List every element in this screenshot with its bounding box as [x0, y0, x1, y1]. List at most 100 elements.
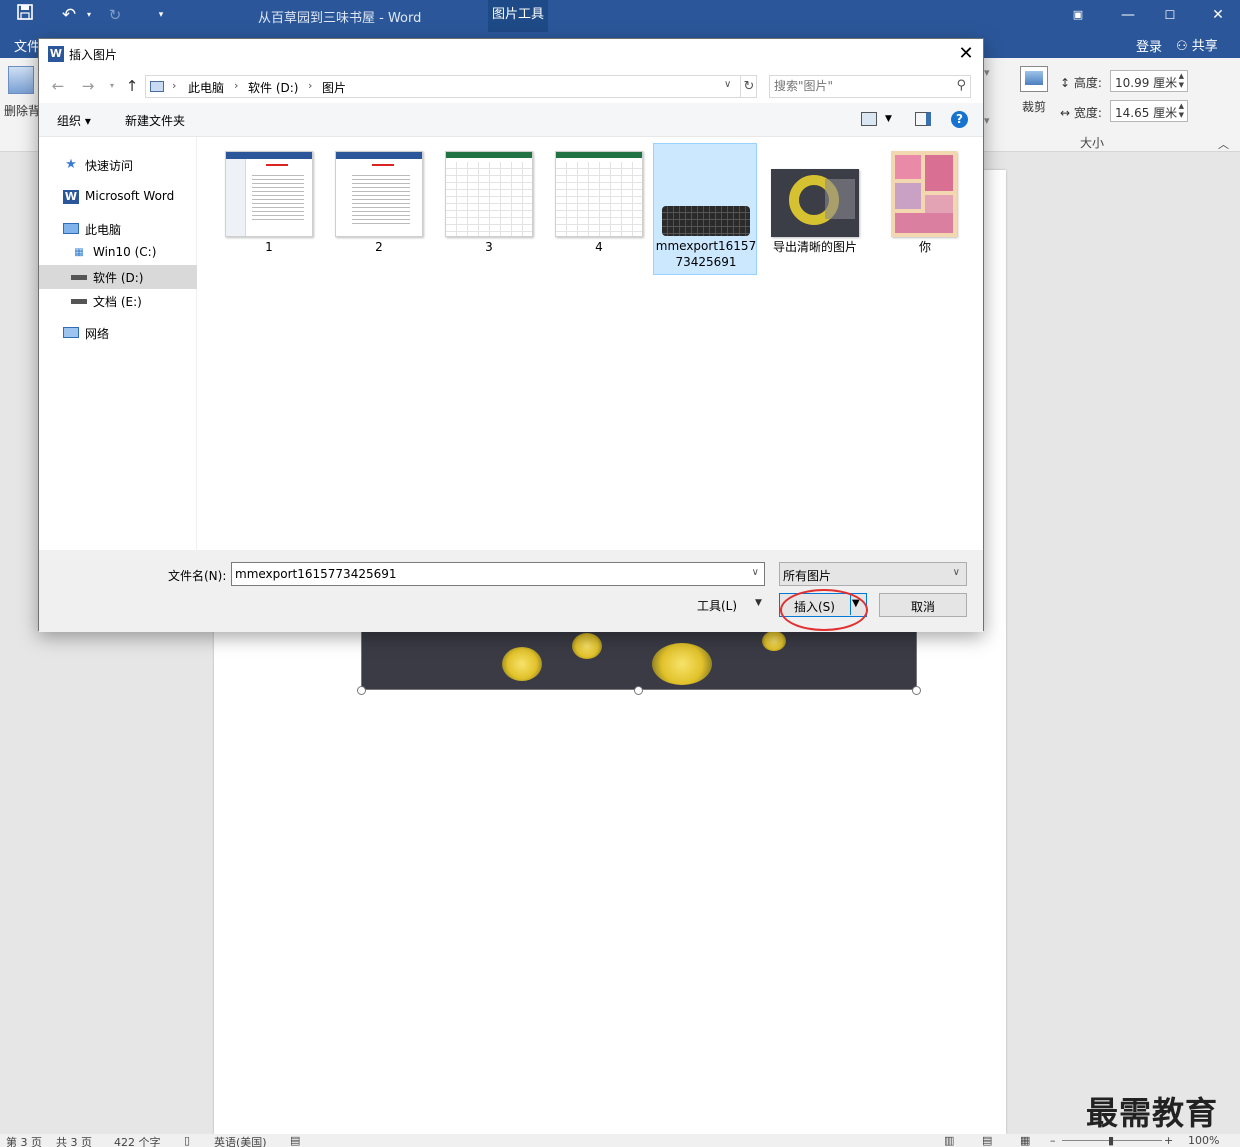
address-bar[interactable]: › 此电脑 › 软件 (D:) › 图片 ∨ ↻: [145, 75, 757, 98]
nav-drive-c[interactable]: ▦ Win10 (C:): [39, 241, 197, 265]
breadcrumb-pictures[interactable]: 图片: [322, 79, 346, 96]
recent-locations-icon[interactable]: ▾: [103, 77, 121, 95]
word-title-bar: ↶ ▾ ↻ ▾ 从百草园到三味书屋 - Word 图片工具 ▣ — ☐ ✕: [0, 0, 1240, 32]
breadcrumb-drive-d[interactable]: 软件 (D:): [248, 79, 298, 96]
macro-icon[interactable]: ▤: [290, 1134, 300, 1147]
breadcrumb-separator-icon[interactable]: ›: [234, 79, 238, 92]
dialog-close-button[interactable]: ✕: [951, 42, 981, 66]
help-icon[interactable]: ?: [951, 111, 968, 128]
filetype-dropdown-icon[interactable]: ∨: [953, 567, 960, 578]
customize-toolbar-icon[interactable]: ▾: [150, 4, 172, 26]
search-box[interactable]: ⚲: [769, 75, 971, 98]
zoom-level[interactable]: 100%: [1188, 1134, 1219, 1147]
ribbon-display-icon[interactable]: ▣: [1066, 4, 1090, 26]
nav-label: 文档 (E:): [93, 295, 142, 309]
view-options-icon[interactable]: [861, 112, 877, 126]
file-name: 1: [265, 240, 273, 254]
collapse-ribbon-icon[interactable]: ︿: [1218, 136, 1229, 152]
width-input[interactable]: 14.65 厘米 ▲ ▼: [1110, 100, 1188, 122]
file-item[interactable]: 导出清晰的图片: [763, 143, 867, 275]
cancel-button[interactable]: 取消: [879, 593, 967, 617]
zoom-slider-thumb[interactable]: ▮: [1108, 1134, 1114, 1147]
height-input[interactable]: 10.99 厘米 ▲ ▼: [1110, 70, 1188, 92]
nav-label: Microsoft Word: [85, 189, 175, 203]
filetype-select[interactable]: 所有图片 ∨: [779, 562, 967, 586]
nav-microsoft-word[interactable]: W Microsoft Word: [39, 185, 197, 209]
file-item-selected[interactable]: mmexport1615773425691: [653, 143, 757, 275]
word-document-thumbnail: [335, 151, 423, 237]
print-layout-icon[interactable]: ▤: [982, 1134, 992, 1147]
ribbon-dropdown-icon[interactable]: ▾: [984, 66, 990, 79]
preview-pane-icon[interactable]: [915, 112, 931, 126]
tools-button[interactable]: 工具(L): [697, 597, 737, 614]
nav-network[interactable]: 网络: [39, 321, 197, 345]
share-button[interactable]: ⚇ 共享: [1176, 35, 1218, 54]
minimize-button[interactable]: —: [1116, 4, 1140, 26]
flower-wreath-thumbnail: [771, 169, 859, 237]
undo-icon[interactable]: ↶: [58, 4, 80, 26]
read-mode-icon[interactable]: ▥: [944, 1134, 954, 1147]
zoom-out-icon[interactable]: –: [1050, 1134, 1056, 1147]
person-icon: ⚇: [1176, 39, 1188, 54]
undo-dropdown-icon[interactable]: ▾: [78, 4, 100, 26]
redo-icon[interactable]: ↻: [104, 4, 126, 26]
zoom-in-icon[interactable]: +: [1164, 1134, 1173, 1147]
nav-label: 此电脑: [85, 223, 122, 237]
breadcrumb-separator-icon[interactable]: ›: [308, 79, 312, 92]
web-layout-icon[interactable]: ▦: [1020, 1134, 1030, 1147]
tab-file[interactable]: 文件: [14, 36, 40, 55]
file-name: 2: [375, 240, 383, 254]
breadcrumb-separator-icon[interactable]: ›: [172, 79, 176, 92]
proofing-icon[interactable]: ▯: [184, 1134, 190, 1147]
nav-label: Win10 (C:): [93, 245, 157, 259]
nav-quick-access[interactable]: ★ 快速访问: [39, 153, 197, 177]
resize-handle[interactable]: [912, 686, 921, 695]
forward-arrow-icon[interactable]: →: [79, 77, 97, 95]
drive-icon: [71, 299, 87, 304]
nav-drive-d[interactable]: 软件 (D:): [39, 265, 197, 289]
file-item[interactable]: 3: [437, 143, 541, 275]
resize-handle[interactable]: [634, 686, 643, 695]
share-label: 共享: [1191, 39, 1218, 54]
page-total: 共 3 页: [56, 1136, 92, 1147]
width-spinner[interactable]: ▲ ▼: [1179, 102, 1184, 120]
file-item[interactable]: 1: [217, 143, 321, 275]
crop-button[interactable]: 裁剪: [1016, 66, 1056, 136]
picture-tools-tab[interactable]: 图片工具: [488, 0, 548, 32]
remove-background-button[interactable]: 删除背: [4, 62, 40, 122]
back-arrow-icon[interactable]: ←: [49, 77, 67, 95]
keyboard-image-thumbnail: [662, 152, 750, 238]
search-input[interactable]: [774, 79, 944, 93]
address-dropdown-icon[interactable]: ∨: [724, 79, 731, 90]
nav-label: 网络: [85, 327, 110, 341]
refresh-icon[interactable]: ↻: [740, 76, 757, 97]
ribbon-dropdown-icon-2[interactable]: ▾: [984, 114, 990, 127]
filename-dropdown-icon[interactable]: ∨: [752, 567, 759, 578]
resize-handle[interactable]: [357, 686, 366, 695]
filename-combobox[interactable]: ∨: [231, 562, 765, 586]
up-arrow-icon[interactable]: ↑: [123, 77, 141, 95]
new-folder-button[interactable]: 新建文件夹: [125, 112, 185, 129]
window-close-button[interactable]: ✕: [1206, 4, 1230, 26]
tools-dropdown-icon[interactable]: ▼: [755, 598, 762, 608]
file-item[interactable]: 4: [547, 143, 651, 275]
width-label: ↔ 宽度:: [1060, 106, 1102, 120]
organize-button[interactable]: 组织 ▾: [57, 112, 91, 129]
filename-input[interactable]: [235, 567, 735, 581]
page-indicator[interactable]: 第 3 页: [6, 1134, 42, 1147]
nav-this-pc[interactable]: 此电脑: [39, 217, 197, 241]
network-icon: [63, 327, 79, 338]
word-count[interactable]: 422 个字: [114, 1134, 161, 1147]
breadcrumb-this-pc[interactable]: 此电脑: [188, 79, 224, 96]
save-icon[interactable]: [14, 4, 36, 26]
file-item[interactable]: 你: [873, 143, 977, 275]
login-link[interactable]: 登录: [1136, 36, 1162, 55]
height-spinner[interactable]: ▲ ▼: [1179, 72, 1184, 90]
inserted-image[interactable]: [361, 628, 917, 690]
language-indicator[interactable]: 英语(美国): [214, 1134, 267, 1147]
nav-drive-e[interactable]: 文档 (E:): [39, 289, 197, 313]
file-item[interactable]: 2: [327, 143, 431, 275]
navigation-bar: ← → ▾ ↑ › 此电脑 › 软件 (D:) › 图片 ∨ ↻ ⚲: [39, 69, 983, 103]
view-dropdown-icon[interactable]: ▼: [885, 114, 892, 124]
maximize-button[interactable]: ☐: [1158, 4, 1182, 26]
